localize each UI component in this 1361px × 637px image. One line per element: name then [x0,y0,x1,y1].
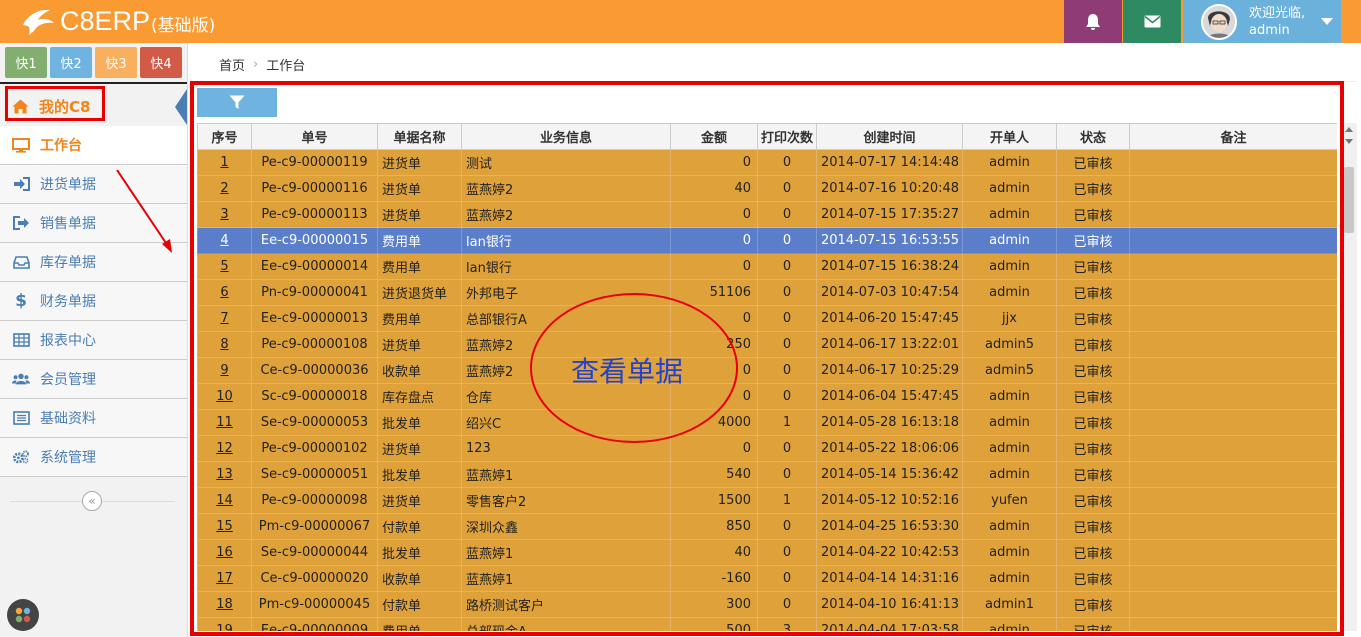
sidebar-item-finance-docs[interactable]: $ 财务单据 [0,282,187,321]
quick-button-3[interactable]: 快3 [95,47,137,78]
annotation-frame [190,81,1344,636]
quick-button-2[interactable]: 快2 [50,47,92,78]
cogs-icon [12,449,30,465]
double-chevron-left-icon: « [88,494,96,508]
annotation-text: 查看单据 [571,355,684,388]
bell-icon [1086,13,1100,30]
quick-button-4[interactable]: 快4 [140,47,182,78]
table-icon [12,333,30,347]
sign-out-icon [12,216,30,230]
app-logo[interactable]: C8ERP (基础版) [20,4,215,38]
apps-grid-icon [15,607,31,623]
sign-in-icon [12,177,30,191]
user-avatar [1201,3,1237,40]
sidebar-item-label: 财务单据 [40,294,96,310]
user-name: admin [1249,22,1290,38]
messages-button[interactable] [1123,0,1181,43]
vertical-scrollbar[interactable] [1342,123,1357,631]
sidebar-item-members[interactable]: 会员管理 [0,360,187,399]
collapse-sidebar-button[interactable]: « [82,491,102,511]
active-indicator [175,89,187,125]
sidebar-item-workbench[interactable]: 工作台 [0,126,187,165]
sidebar: 快1 快2 快3 快4 我的C8 工作台 进货单据 销售单据 库存单据 $ 财务… [0,43,188,637]
sidebar-item-label: 系统管理 [40,450,96,466]
sidebar-item-reports[interactable]: 报表中心 [0,321,187,360]
sidebar-item-purchase-docs[interactable]: 进货单据 [0,165,187,204]
sidebar-item-sales-docs[interactable]: 销售单据 [0,204,187,243]
sidebar-item-label: 销售单据 [40,216,96,232]
sidebar-item-label: 会员管理 [40,372,96,388]
chevron-right-icon: › [253,57,259,72]
quick-button-1[interactable]: 快1 [5,47,47,78]
user-menu[interactable]: 欢迎光临, admin [1183,0,1341,43]
apps-button[interactable] [7,599,39,631]
caret-down-icon [1321,18,1334,25]
sidebar-item-basic-data[interactable]: 基础资料 [0,399,187,438]
user-avatar-image [1203,5,1235,38]
user-info: 欢迎光临, admin [1249,5,1305,39]
users-icon [12,372,30,386]
sidebar-item-label: 基础资料 [40,411,96,427]
top-header: C8ERP (基础版) 欢迎光临, admin [0,0,1361,43]
logo-dragon-icon [23,9,54,35]
monitor-icon [12,137,30,153]
logo-edition: (基础版) [151,15,216,36]
scroll-up-icon[interactable] [1345,127,1353,132]
sidebar-item-label: 库存单据 [40,255,96,271]
sidebar-item-system[interactable]: 系统管理 [0,438,187,477]
list-alt-icon [12,411,30,425]
dollar-icon: $ [15,291,27,311]
inbox-icon [12,255,30,269]
annotation-highlight-box [5,86,105,121]
breadcrumb-home[interactable]: 首页 [219,55,245,74]
notifications-button[interactable] [1064,0,1122,43]
sidebar-item-label: 报表中心 [40,333,96,349]
user-greeting: 欢迎光临, [1249,5,1306,21]
logo-text: C8ERP [60,5,151,36]
divider [0,82,187,84]
breadcrumb-current: 工作台 [266,59,306,74]
sidebar-item-label: 工作台 [40,138,82,154]
breadcrumb: 首页 › 工作台 [197,48,1357,82]
envelope-icon [1144,15,1160,28]
sidebar-item-inventory-docs[interactable]: 库存单据 [0,243,187,282]
scrollbar-thumb[interactable] [1344,167,1354,233]
scroll-down-icon[interactable] [1345,139,1353,144]
sidebar-item-label: 进货单据 [40,177,96,193]
